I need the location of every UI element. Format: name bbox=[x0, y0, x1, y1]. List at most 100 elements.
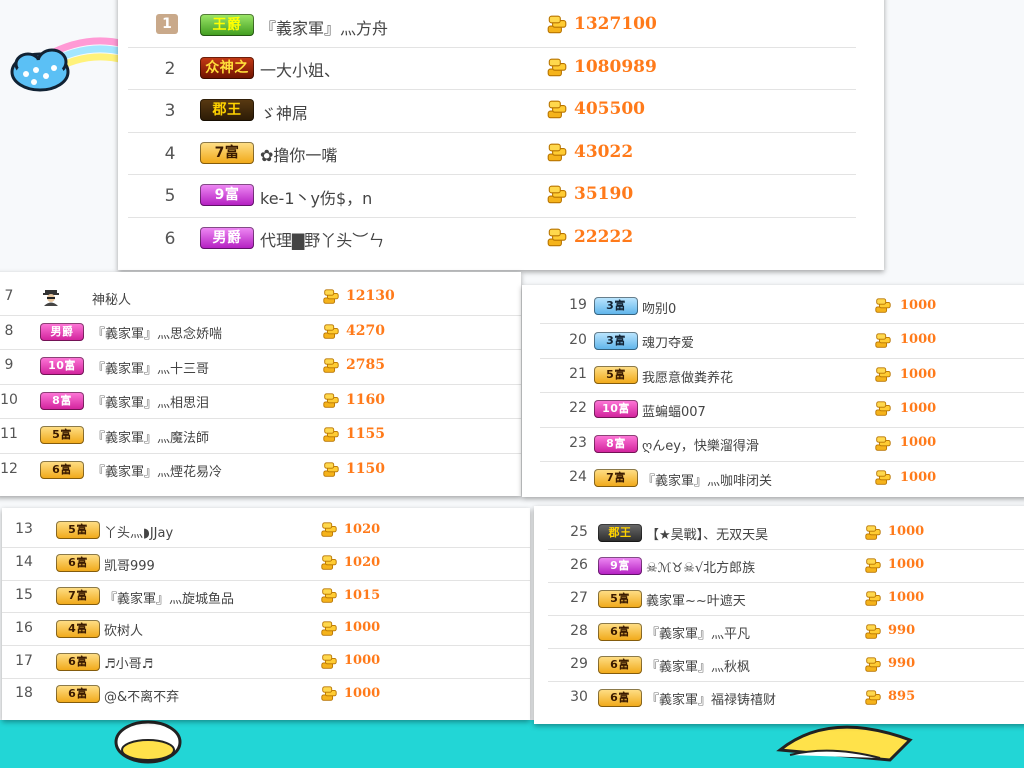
leaderboard-row[interactable]: 6 男爵 代理▇野丫头︶ㄣ 22222 bbox=[128, 217, 856, 260]
leaderboard-row[interactable]: 17 6富 ♬小哥♬ 1000 bbox=[2, 645, 530, 679]
player-name[interactable]: ღんey，快樂溜得滑 bbox=[642, 435, 759, 454]
leaderboard-row[interactable]: 30 6富 『義家軍』福禄铸禧财 895 bbox=[548, 681, 1024, 714]
gold-coin-icon bbox=[864, 623, 882, 645]
player-name[interactable]: 魂刀夺爱 bbox=[642, 332, 694, 351]
rank-number: 24 bbox=[569, 469, 587, 486]
player-name[interactable]: 『義家軍』灬平凡 bbox=[646, 623, 750, 642]
leaderboard-row[interactable]: 7 神秘人 12130 bbox=[0, 280, 521, 316]
leaderboard-row[interactable]: 22 10富 蓝蝙蝠007 1000 bbox=[540, 392, 1024, 428]
leaderboard-row[interactable]: 2 众神之 一大小姐、 1080989 bbox=[128, 47, 856, 90]
rank-number: 6 bbox=[164, 228, 176, 249]
player-name[interactable]: 一大小姐、 bbox=[260, 57, 340, 81]
player-name[interactable]: 吻别0 bbox=[642, 298, 676, 317]
mystery-person-icon bbox=[42, 288, 60, 310]
gold-coin-icon bbox=[322, 426, 340, 448]
leaderboard-row[interactable]: 10 8富 『義家軍』灬相思泪 1160 bbox=[0, 384, 521, 419]
player-name[interactable]: 『義家軍』灬思念娇喘 bbox=[92, 323, 222, 342]
leaderboard-row[interactable]: 27 5富 義家軍~~叶遮天 1000 bbox=[548, 582, 1024, 616]
score-value: 1080989 bbox=[574, 56, 657, 77]
player-name[interactable]: 丫头灬◗JJay bbox=[104, 522, 173, 541]
gold-coin-icon bbox=[864, 590, 882, 612]
player-name[interactable]: 我愿意做粪养花 bbox=[642, 367, 733, 386]
gold-coin-icon bbox=[320, 685, 338, 707]
score-value: 1020 bbox=[344, 521, 381, 537]
leaderboard-row[interactable]: 8 男爵 『義家軍』灬思念娇喘 4270 bbox=[0, 315, 521, 350]
leaderboard-row[interactable]: 9 10富 『義家軍』灬十三哥 2785 bbox=[0, 349, 521, 385]
leaderboard-row[interactable]: 26 9富 ☠ℳ♉☠√北方郎族 1000 bbox=[548, 549, 1024, 583]
rank-number: 17 bbox=[15, 652, 33, 669]
leaderboard-row[interactable]: 23 8富 ღんey，快樂溜得滑 1000 bbox=[540, 427, 1024, 462]
rank-number: 23 bbox=[569, 434, 587, 451]
leaderboard-row[interactable]: 11 5富 『義家軍』灬魔法師 1155 bbox=[0, 418, 521, 454]
leaderboard-row[interactable]: 5 9富 ke-1丶y伤$，n 35190 bbox=[128, 174, 856, 218]
rank-badge: 6富 bbox=[40, 460, 84, 479]
player-name[interactable]: 蓝蝙蝠007 bbox=[642, 401, 706, 420]
gold-coin-icon bbox=[320, 653, 338, 675]
leaderboard-row[interactable]: 12 6富 『義家軍』灬煙花易冷 1150 bbox=[0, 453, 521, 488]
player-name[interactable]: ☠ℳ♉☠√北方郎族 bbox=[646, 557, 755, 576]
player-name[interactable]: 『義家軍』灬煙花易冷 bbox=[92, 461, 222, 480]
player-name[interactable]: 『義家軍』灬十三哥 bbox=[92, 358, 209, 377]
score-value: 1000 bbox=[888, 590, 925, 606]
score-value: 1000 bbox=[900, 297, 937, 313]
rank-number: 27 bbox=[570, 589, 588, 606]
player-name[interactable]: 【★昊戰】、无双天昊 bbox=[646, 524, 768, 543]
player-name[interactable]: 『義家軍』灬咖啡闭关 bbox=[642, 470, 772, 489]
gold-coin-icon bbox=[546, 14, 568, 40]
leaderboard-row[interactable]: 29 6富 『義家軍』灬秋枫 990 bbox=[548, 648, 1024, 682]
score-value: 1000 bbox=[900, 366, 937, 382]
leaderboard-row[interactable]: 20 3富 魂刀夺爱 1000 bbox=[540, 323, 1024, 359]
gold-coin-icon bbox=[864, 557, 882, 579]
rank-badge: 郡王 bbox=[598, 523, 642, 542]
score-value: 1000 bbox=[900, 332, 937, 348]
player-name[interactable]: ゞ神屌 bbox=[260, 100, 308, 124]
score-value: 1150 bbox=[346, 460, 385, 477]
leaderboard-row[interactable]: 19 3富 吻别0 1000 bbox=[540, 289, 1024, 325]
rank-badge: 众神之 bbox=[200, 56, 254, 79]
player-name[interactable]: 『義家軍』灬相思泪 bbox=[92, 392, 209, 411]
rank-badge: 5富 bbox=[598, 589, 642, 608]
gold-coin-icon bbox=[874, 400, 892, 422]
player-name[interactable]: @&不离不弃 bbox=[104, 686, 179, 705]
player-name[interactable]: 砍树人 bbox=[104, 620, 143, 639]
score-value: 990 bbox=[888, 656, 916, 672]
score-value: 1000 bbox=[900, 435, 937, 451]
player-name[interactable]: 『義家軍』灬方舟 bbox=[260, 15, 388, 39]
score-value: 895 bbox=[888, 689, 916, 705]
gold-coin-icon bbox=[864, 689, 882, 711]
player-name[interactable]: ke-1丶y伤$，n bbox=[260, 185, 372, 209]
leaderboard-row[interactable]: 13 5富 丫头灬◗JJay 1020 bbox=[2, 514, 530, 548]
leaderboard-row[interactable]: 28 6富 『義家軍』灬平凡 990 bbox=[548, 615, 1024, 649]
player-name[interactable]: 『義家軍』灬旋城鱼品 bbox=[104, 588, 234, 607]
rank-badge: 7富 bbox=[200, 141, 254, 164]
rank-number: 29 bbox=[570, 655, 588, 672]
score-value: 1000 bbox=[344, 685, 381, 701]
leaderboard-row[interactable]: 1 王爵 『義家軍』灬方舟 1327100 bbox=[128, 4, 856, 48]
rank-badge: 8富 bbox=[40, 391, 84, 410]
leaderboard-row[interactable]: 16 4富 砍树人 1000 bbox=[2, 612, 530, 647]
player-name[interactable]: ✿撸你一嘴 bbox=[260, 142, 337, 166]
player-name[interactable]: 代理▇野丫头︶ㄣ bbox=[260, 227, 384, 251]
player-name[interactable]: 『義家軍』灬秋枫 bbox=[646, 656, 750, 675]
player-name[interactable]: ♬小哥♬ bbox=[104, 653, 153, 672]
leaderboard-bottom-right-panel: 25 郡王 【★昊戰】、无双天昊 1000 26 9富 ☠ℳ♉☠√北方郎族 1000 27 5… bbox=[534, 506, 1024, 724]
score-value: 1000 bbox=[900, 469, 937, 485]
leaderboard-row[interactable]: 4 7富 ✿撸你一嘴 43022 bbox=[128, 132, 856, 175]
player-name[interactable]: 神秘人 bbox=[92, 289, 131, 308]
leaderboard-row[interactable]: 25 郡王 【★昊戰】、无双天昊 1000 bbox=[548, 516, 1024, 550]
leaderboard-row[interactable]: 15 7富 『義家軍』灬旋城鱼品 1015 bbox=[2, 580, 530, 614]
leaderboard-right-panel: 19 3富 吻别0 1000 20 3富 魂刀夺爱 1000 21 5富 我愿意做粪养花 100… bbox=[522, 285, 1024, 497]
leaderboard-row[interactable]: 3 郡王 ゞ神屌 405500 bbox=[128, 89, 856, 133]
leaderboard-row[interactable]: 14 6富 凯哥999 1020 bbox=[2, 547, 530, 581]
gold-coin-icon bbox=[322, 357, 340, 379]
leaderboard-row[interactable]: 21 5富 我愿意做粪养花 1000 bbox=[540, 358, 1024, 394]
player-name[interactable]: 『義家軍』灬魔法師 bbox=[92, 427, 209, 446]
gold-coin-icon bbox=[874, 297, 892, 319]
player-name[interactable]: 『義家軍』福禄铸禧财 bbox=[646, 689, 776, 708]
player-name[interactable]: 義家軍~~叶遮天 bbox=[646, 590, 746, 609]
leaderboard-row[interactable]: 18 6富 @&不离不弃 1000 bbox=[2, 678, 530, 711]
rank-number: 1 bbox=[156, 14, 178, 35]
rank-badge: 6富 bbox=[56, 685, 100, 704]
leaderboard-row[interactable]: 24 7富 『義家軍』灬咖啡闭关 1000 bbox=[540, 461, 1024, 495]
player-name[interactable]: 凯哥999 bbox=[104, 555, 155, 574]
